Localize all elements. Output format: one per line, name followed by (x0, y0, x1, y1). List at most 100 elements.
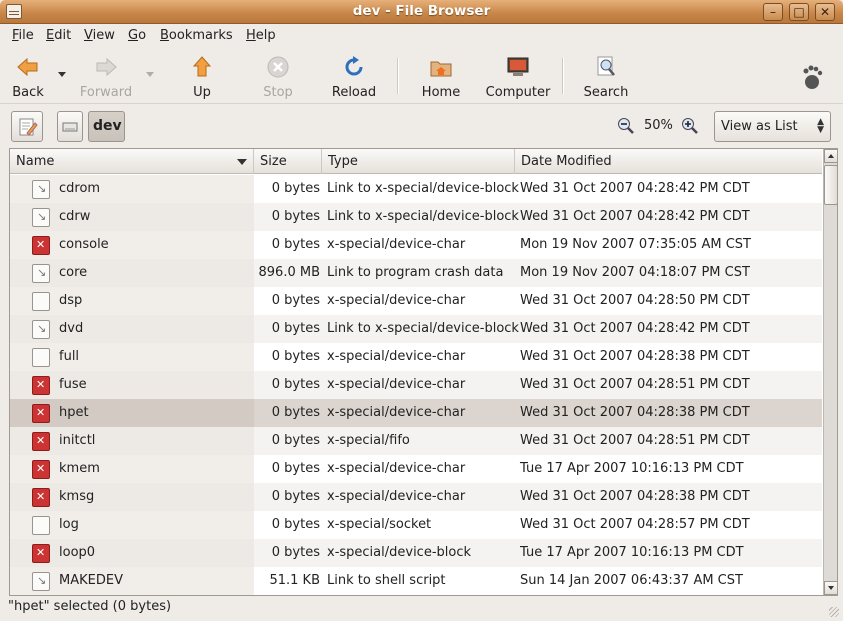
back-history-dropdown[interactable] (58, 72, 66, 77)
stop-label: Stop (263, 85, 293, 100)
file-name: dvd (59, 321, 84, 336)
maximize-button[interactable]: □ (789, 3, 809, 21)
home-button[interactable]: Home (418, 52, 464, 100)
file-date: Wed 31 Oct 2007 04:28:38 PM CDT (520, 405, 750, 420)
table-row[interactable]: kmem 0 bytes x-special/device-char Tue 17 A… (10, 455, 822, 483)
link-icon (32, 180, 50, 199)
file-type: x-special/device-char (327, 461, 466, 476)
select-arrows-icon: ▲ ▼ (817, 117, 824, 135)
file-size: 0 bytes (271, 461, 320, 476)
file-icon (32, 348, 50, 367)
link-icon (32, 320, 50, 339)
stop-button[interactable]: Stop (258, 52, 298, 100)
scrollbar-thumb[interactable] (824, 165, 837, 205)
vertical-scrollbar[interactable] (823, 149, 837, 595)
file-name: initctl (59, 433, 96, 448)
file-size: 0 bytes (271, 405, 320, 420)
close-button[interactable]: ✕ (815, 3, 835, 21)
file-size: 0 bytes (271, 293, 320, 308)
link-icon (32, 208, 50, 227)
menu-bookmarks[interactable]: Bookmarks (160, 28, 233, 43)
file-name: console (59, 237, 109, 252)
table-row[interactable]: MAKEDEV 51.1 KB Link to shell script Sun 14… (10, 567, 822, 595)
minimize-button[interactable]: – (763, 3, 783, 21)
table-row[interactable]: dsp 0 bytes x-special/device-char Wed 31 Oc… (10, 287, 822, 315)
column-header-name[interactable]: Name (10, 149, 254, 174)
file-name: hpet (59, 405, 89, 420)
file-name: kmsg (59, 489, 95, 504)
table-row[interactable]: cdrom 0 bytes Link to x-special/device-blo… (10, 175, 822, 203)
toolbar-separator-2 (562, 58, 563, 94)
table-row[interactable]: core 896.0 MB Link to program crash data Mo… (10, 259, 822, 287)
reload-icon (345, 56, 363, 76)
table-row[interactable]: kmsg 0 bytes x-special/device-char Wed 31 O… (10, 483, 822, 511)
computer-label: Computer (485, 85, 551, 100)
view-mode-value: View as List (721, 119, 798, 134)
file-rows: cdrom 0 bytes Link to x-special/device-blo… (10, 175, 822, 595)
toolbar-separator (397, 58, 398, 94)
file-date: Wed 31 Oct 2007 04:28:42 PM CDT (520, 209, 750, 224)
file-type: x-special/fifo (327, 433, 410, 448)
location-toggle-button[interactable] (11, 111, 43, 142)
forward-history-dropdown[interactable] (146, 72, 154, 77)
scroll-down-button[interactable] (824, 581, 837, 595)
zoom-level[interactable]: 50% (644, 118, 673, 133)
menu-bar: File Edit View Go Bookmarks Help (0, 24, 843, 48)
forward-button[interactable]: Forward (78, 52, 134, 100)
file-size: 0 bytes (271, 377, 320, 392)
scroll-up-button[interactable] (824, 149, 837, 163)
view-mode-select[interactable]: View as List ▲ ▼ (714, 111, 831, 142)
up-button[interactable]: Up (184, 52, 220, 100)
file-date: Wed 31 Oct 2007 04:28:51 PM CDT (520, 433, 750, 448)
reload-button[interactable]: Reload (330, 52, 378, 100)
file-name: dsp (59, 293, 83, 308)
back-arrow-icon (17, 57, 38, 77)
menu-go[interactable]: Go (128, 28, 146, 43)
table-row[interactable]: dvd 0 bytes Link to x-special/device-block… (10, 315, 822, 343)
file-date: Tue 17 Apr 2007 10:16:13 PM CDT (520, 461, 744, 476)
menu-file[interactable]: File (12, 28, 34, 43)
table-row[interactable]: loop0 0 bytes x-special/device-block Tue 17… (10, 539, 822, 567)
menu-view[interactable]: View (84, 28, 115, 43)
search-label: Search (583, 85, 629, 100)
table-row[interactable]: hpet 0 bytes x-special/device-char Wed 31 O… (10, 399, 822, 427)
column-header-type[interactable]: Type (322, 149, 515, 174)
table-row[interactable]: console 0 bytes x-special/device-char Mon 1… (10, 231, 822, 259)
file-name: cdrom (59, 181, 101, 196)
drive-root-button[interactable] (57, 111, 83, 142)
table-row[interactable]: fuse 0 bytes x-special/device-char Wed 31 O… (10, 371, 822, 399)
up-arrow-icon (192, 56, 212, 77)
computer-button[interactable]: Computer (484, 52, 552, 100)
file-size: 0 bytes (271, 321, 320, 336)
error-icon (32, 544, 50, 563)
menu-help[interactable]: Help (246, 28, 276, 43)
table-row[interactable]: full 0 bytes x-special/device-char Wed 31 O… (10, 343, 822, 371)
path-button-dev[interactable]: dev (88, 111, 125, 142)
menu-edit[interactable]: Edit (46, 28, 71, 43)
file-type: x-special/device-char (327, 293, 466, 308)
table-row[interactable]: cdrw 0 bytes Link to x-special/device-bloc… (10, 203, 822, 231)
forward-label: Forward (79, 85, 133, 100)
back-button[interactable]: Back (8, 52, 48, 100)
gnome-foot-icon (803, 65, 823, 89)
file-list-view[interactable]: Name Size Type Date Modified cdrom 0 byte… (9, 148, 838, 596)
table-row[interactable]: initctl 0 bytes x-special/fifo Wed 31 Oct 2… (10, 427, 822, 455)
file-name: kmem (59, 461, 100, 476)
resize-grip[interactable] (829, 607, 839, 617)
file-type: x-special/device-char (327, 349, 466, 364)
file-size: 0 bytes (271, 181, 320, 196)
file-type: x-special/device-block (327, 545, 472, 560)
column-header-size[interactable]: Size (254, 149, 322, 174)
file-type: x-special/device-char (327, 405, 466, 420)
file-date: Wed 31 Oct 2007 04:28:50 PM CDT (520, 293, 750, 308)
drive-icon (62, 122, 78, 132)
error-icon (32, 376, 50, 395)
search-button[interactable]: Search (581, 52, 631, 100)
zoom-out-icon[interactable] (617, 117, 635, 135)
zoom-in-icon[interactable] (681, 117, 699, 135)
file-type: x-special/device-char (327, 237, 466, 252)
table-row[interactable]: log 0 bytes x-special/socket Wed 31 Oct 200… (10, 511, 822, 539)
column-header-date[interactable]: Date Modified (515, 149, 822, 174)
window-title: dev - File Browser (352, 3, 491, 19)
file-name: cdrw (59, 209, 91, 224)
